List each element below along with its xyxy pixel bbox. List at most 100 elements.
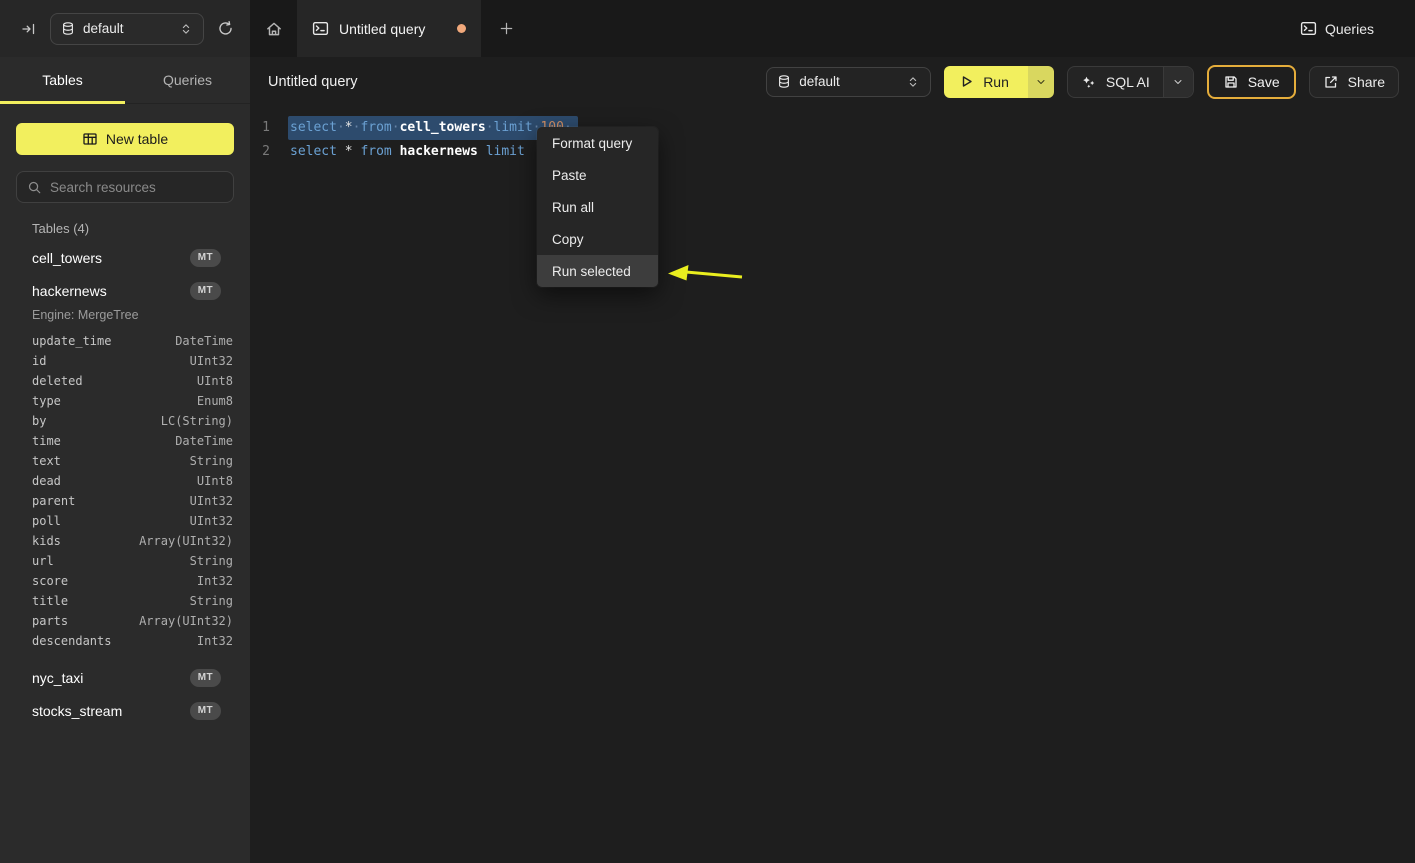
token-keyword: limit [486, 144, 525, 159]
column-row-update-time: update_timeDateTime [32, 331, 233, 351]
engine-badge: MT [190, 702, 221, 720]
column-type: LC(String) [161, 414, 233, 428]
menu-item-run-all[interactable]: Run all [537, 191, 658, 223]
collapse-sidebar-button[interactable] [14, 14, 44, 44]
table-name: cell_towers [32, 250, 102, 266]
database-icon [61, 21, 75, 36]
run-options-caret[interactable] [1028, 66, 1054, 98]
new-tab-button[interactable] [481, 0, 531, 57]
run-button[interactable]: Run [944, 66, 1054, 98]
column-name: type [32, 394, 61, 408]
engine-badge: MT [190, 282, 221, 300]
column-row-score: scoreInt32 [32, 571, 233, 591]
column-type: Int32 [197, 634, 233, 648]
column-name: deleted [32, 374, 83, 388]
column-type: UInt8 [197, 474, 233, 488]
whitespace-dot: · [337, 120, 345, 135]
token-keyword: select [290, 120, 337, 135]
database-selector-toolbar[interactable]: default [766, 67, 931, 97]
token-operator: * [345, 144, 353, 159]
table-name: nyc_taxi [32, 670, 83, 686]
search-box [16, 171, 234, 203]
database-selector-value: default [799, 74, 840, 89]
refresh-button[interactable] [210, 14, 240, 44]
token-keyword: from [360, 120, 391, 135]
menu-item-copy[interactable]: Copy [537, 223, 658, 255]
sidebar: Tables Queries New table Tables (4) cell… [0, 57, 250, 863]
code-line-1[interactable]: 1select·*·from·cell_towers·limit·100· [250, 116, 1415, 140]
tab-strip: Untitled query Queries [250, 0, 1415, 57]
table-name: hackernews [32, 283, 107, 299]
tab-untitled-query[interactable]: Untitled query [297, 0, 481, 57]
sql-ai-label: SQL AI [1106, 74, 1150, 90]
new-table-button[interactable]: New table [16, 123, 234, 155]
menu-item-run-selected[interactable]: Run selected [537, 255, 658, 287]
sidebar-tab-tables[interactable]: Tables [0, 57, 125, 103]
sidebar-tab-queries[interactable]: Queries [125, 57, 250, 103]
sql-ai-button[interactable]: SQL AI [1067, 66, 1194, 98]
menu-item-format-query[interactable]: Format query [537, 127, 658, 159]
column-type: Array(UInt32) [139, 534, 233, 548]
chevron-down-icon [1172, 76, 1184, 88]
sql-ai-caret[interactable] [1163, 67, 1193, 97]
queries-button[interactable]: Queries [1284, 0, 1415, 57]
column-name: kids [32, 534, 61, 548]
run-button-main[interactable]: Run [944, 66, 1028, 98]
column-name: score [32, 574, 68, 588]
home-button[interactable] [250, 0, 297, 57]
column-row-url: urlString [32, 551, 233, 571]
chevron-updown-icon [906, 75, 920, 89]
query-title: Untitled query [266, 74, 357, 90]
column-row-poll: pollUInt32 [32, 511, 233, 531]
column-name: id [32, 354, 46, 368]
engine-badge: MT [190, 249, 221, 267]
table-item-cell-towers[interactable]: cell_towers MT [0, 241, 250, 274]
table-item-nyc-taxi[interactable]: nyc_taxiMT [0, 661, 250, 694]
save-button[interactable]: Save [1207, 65, 1296, 99]
sparkles-icon [1081, 74, 1097, 90]
whitespace-dot: · [392, 120, 400, 135]
line-number: 2 [250, 140, 270, 164]
table-engine-label: Engine: MergeTree [0, 307, 250, 329]
topbar: default Untitled query [0, 0, 1415, 57]
terminal-icon [312, 20, 329, 37]
whitespace-dot: · [486, 120, 494, 135]
sql-ai-main[interactable]: SQL AI [1068, 74, 1163, 90]
token-keyword: limit [494, 120, 533, 135]
main-content: Untitled query default Run [250, 57, 1415, 863]
column-row-parts: partsArray(UInt32) [32, 611, 233, 631]
tabstrip-spacer [531, 0, 1284, 57]
column-type: String [190, 594, 233, 608]
column-row-title: titleString [32, 591, 233, 611]
table-item-stocks-stream[interactable]: stocks_stream MT [0, 694, 250, 727]
code-line-2[interactable]: 2select * from hackernews limit [250, 140, 1415, 164]
tables-list: cell_towers MT hackernews MT Engine: MergeTr… [0, 241, 250, 727]
column-row-kids: kids Array(UInt32) [32, 531, 233, 551]
column-type: DateTime [175, 334, 233, 348]
save-label: Save [1248, 74, 1280, 90]
sql-editor[interactable]: 1select·*·from·cell_towers·limit·100·2se… [250, 106, 1415, 164]
token-table: cell_towers [400, 120, 486, 135]
search-input[interactable] [50, 180, 223, 195]
column-row-deleted: deleted UInt8 [32, 371, 233, 391]
collapse-sidebar-icon [21, 21, 37, 37]
share-button[interactable]: Share [1309, 66, 1399, 98]
column-row-text: textString [32, 451, 233, 471]
menu-item-paste[interactable]: Paste [537, 159, 658, 191]
play-icon [959, 74, 974, 89]
column-row-id: idUInt32 [32, 351, 233, 371]
table-name: stocks_stream [32, 703, 122, 719]
refresh-icon [217, 20, 234, 37]
column-type: String [190, 454, 233, 468]
column-type: Enum8 [197, 394, 233, 408]
unsaved-dot-icon [457, 24, 466, 33]
token-keyword: from [360, 144, 391, 159]
database-selector-topbar[interactable]: default [50, 13, 204, 45]
table-item-hackernews[interactable]: hackernews MT [0, 274, 250, 307]
column-type: Array(UInt32) [139, 614, 233, 628]
column-type: DateTime [175, 434, 233, 448]
column-name: time [32, 434, 61, 448]
column-type: UInt32 [190, 514, 233, 528]
column-type: UInt8 [197, 374, 233, 388]
chevron-updown-icon [179, 22, 193, 36]
